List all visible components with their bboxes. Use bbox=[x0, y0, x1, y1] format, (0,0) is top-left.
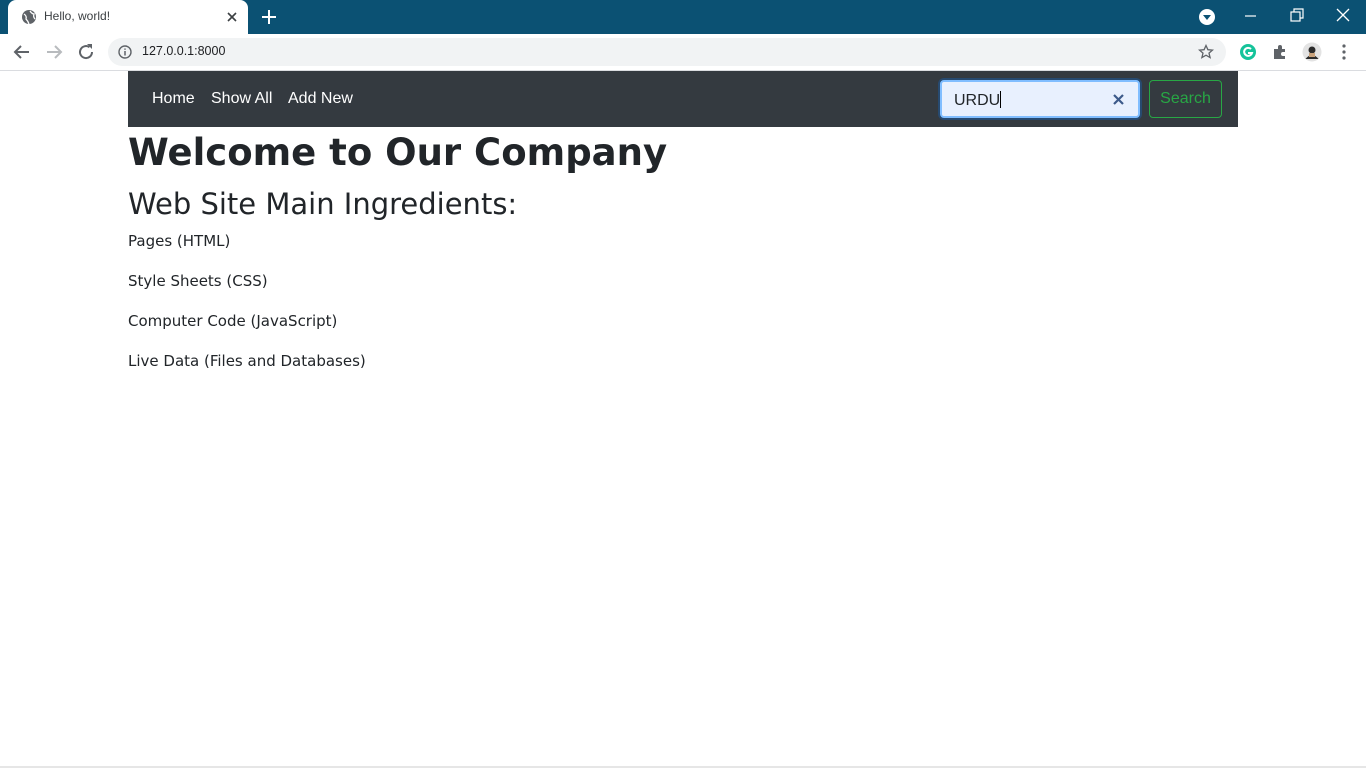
nav-link-add-new[interactable]: Add New bbox=[288, 90, 353, 108]
reload-icon[interactable] bbox=[76, 42, 96, 62]
back-icon[interactable] bbox=[12, 42, 32, 62]
nav-link-home[interactable]: Home bbox=[152, 90, 195, 108]
extensions-icon[interactable] bbox=[1270, 42, 1290, 62]
ingredient-item: Computer Code (JavaScript) bbox=[128, 312, 338, 330]
browser-titlebar: Hello, world! bbox=[0, 0, 1366, 34]
star-icon[interactable] bbox=[1198, 44, 1214, 60]
minimize-icon[interactable] bbox=[1241, 6, 1261, 26]
page-title: Welcome to Our Company bbox=[128, 131, 668, 174]
search-input[interactable]: URDU bbox=[940, 80, 1140, 118]
ingredient-item: Live Data (Files and Databases) bbox=[128, 352, 366, 370]
ingredient-item: Pages (HTML) bbox=[128, 232, 231, 250]
section-heading: Web Site Main Ingredients: bbox=[128, 187, 518, 221]
site-navbar: Home Show All Add New URDU Search bbox=[128, 71, 1238, 127]
globe-icon bbox=[22, 10, 36, 25]
plus-icon[interactable] bbox=[259, 7, 279, 27]
search-button[interactable]: Search bbox=[1149, 80, 1222, 118]
search-input-value: URDU bbox=[954, 91, 1002, 109]
profile-avatar-icon[interactable] bbox=[1302, 42, 1322, 62]
grammarly-icon[interactable] bbox=[1238, 42, 1258, 62]
address-bar[interactable]: 127.0.0.1:8000 bbox=[108, 38, 1226, 66]
tab-title: Hello, world! bbox=[44, 9, 111, 23]
window-close-icon[interactable] bbox=[1333, 6, 1353, 26]
ingredient-item: Style Sheets (CSS) bbox=[128, 272, 268, 290]
menu-icon[interactable] bbox=[1334, 42, 1354, 62]
restore-icon[interactable] bbox=[1287, 6, 1307, 26]
forward-icon[interactable] bbox=[44, 42, 64, 62]
clear-search-icon[interactable] bbox=[1112, 93, 1125, 106]
nav-link-show-all[interactable]: Show All bbox=[211, 90, 272, 108]
info-icon[interactable] bbox=[118, 45, 132, 59]
url-text: 127.0.0.1:8000 bbox=[142, 44, 226, 58]
close-icon[interactable] bbox=[224, 9, 240, 25]
tab-search-icon[interactable] bbox=[1198, 8, 1216, 26]
browser-toolbar: 127.0.0.1:8000 bbox=[0, 34, 1366, 71]
browser-tab[interactable]: Hello, world! bbox=[8, 0, 248, 34]
